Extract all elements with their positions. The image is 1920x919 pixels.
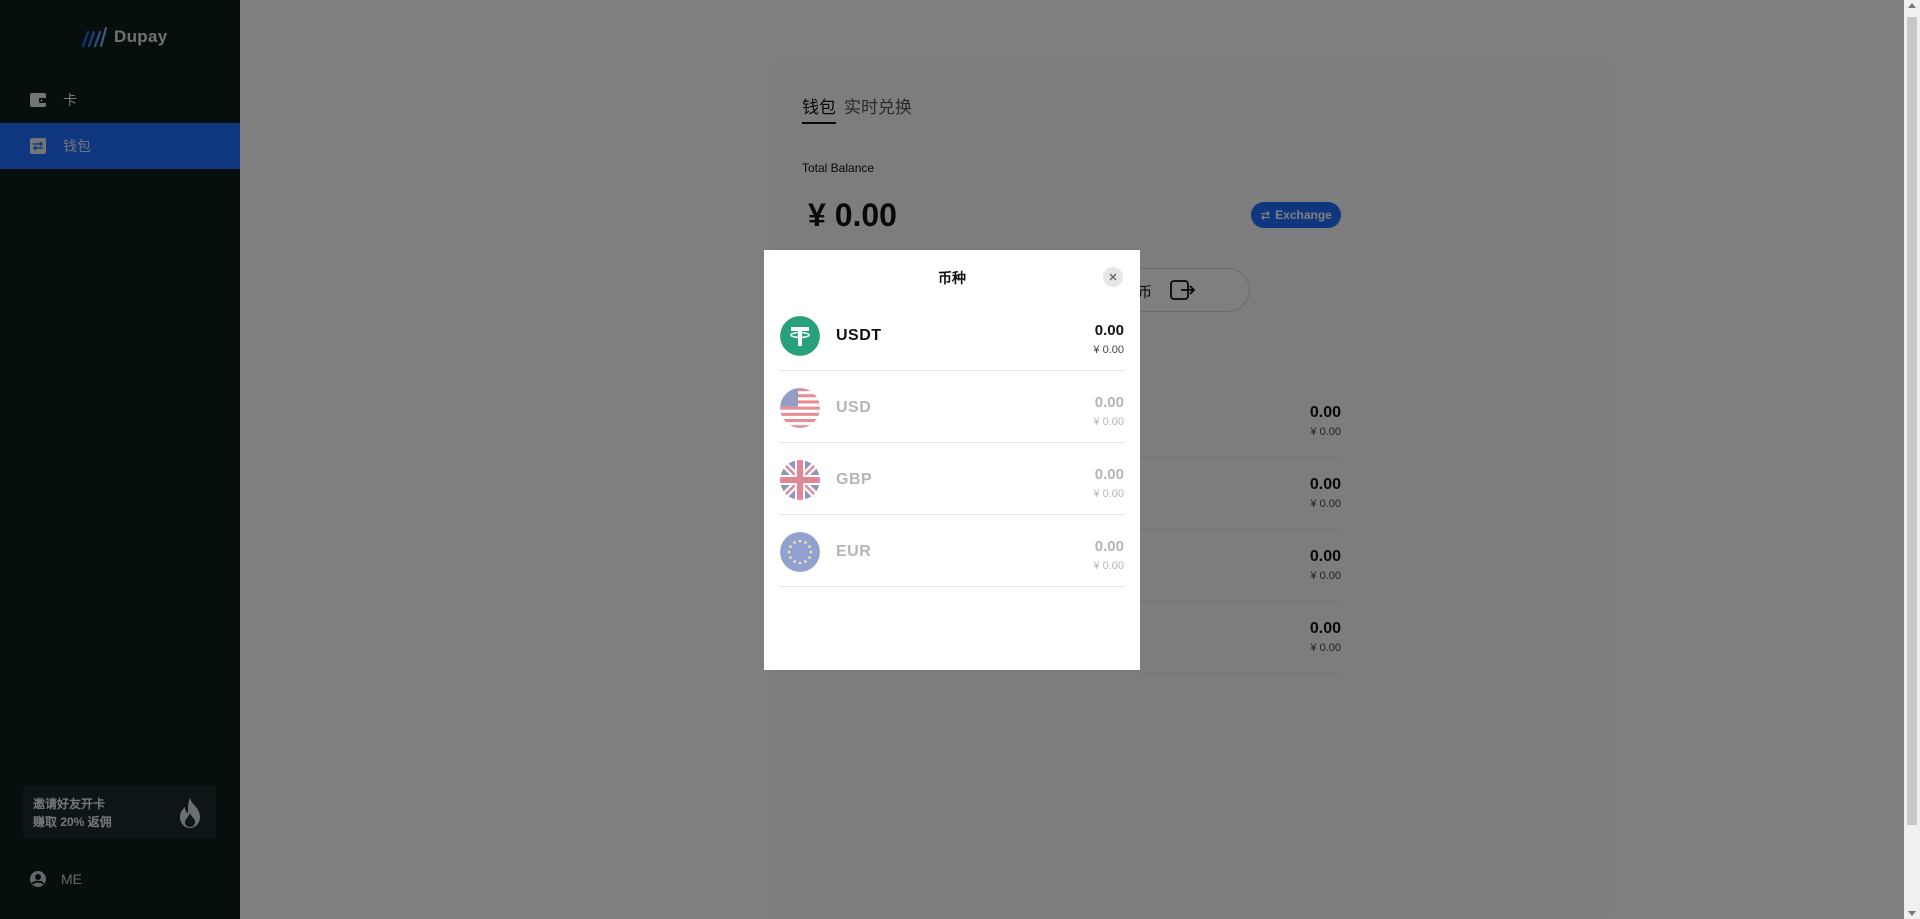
scrollbar-thumb[interactable] <box>1907 17 1917 825</box>
currency-row-usdt[interactable]: USDT 0.00 ¥ 0.00 <box>780 299 1124 371</box>
currency-cny: ¥ 0.00 <box>1093 416 1124 428</box>
tether-icon <box>780 316 820 356</box>
eu-flag-icon <box>780 532 820 572</box>
modal-title: 币种 <box>938 270 966 286</box>
close-button[interactable] <box>1103 267 1123 287</box>
currency-amount: 0.00 <box>1094 538 1124 555</box>
us-flag-icon <box>780 388 820 428</box>
currency-code: EUR <box>836 543 872 560</box>
currency-row-usd[interactable]: USD 0.00 ¥ 0.00 <box>780 371 1124 443</box>
scroll-up-arrow-icon[interactable] <box>1908 3 1916 8</box>
scroll-down-arrow-icon[interactable] <box>1908 911 1916 916</box>
currency-amount: 0.00 <box>1094 394 1124 411</box>
currency-cny: ¥ 0.00 <box>1093 344 1124 356</box>
close-icon <box>1109 273 1117 281</box>
currency-cny: ¥ 0.00 <box>1093 560 1124 572</box>
currency-cny: ¥ 0.00 <box>1093 488 1124 500</box>
currency-modal: 币种 USDT 0.00 ¥ 0.00 USD 0.00 ¥ 0.00 GBP … <box>764 250 1140 670</box>
currency-row-gbp[interactable]: GBP 0.00 ¥ 0.00 <box>780 443 1124 515</box>
uk-flag-icon <box>780 460 820 500</box>
currency-amount: 0.00 <box>1094 322 1124 339</box>
currency-row-eur[interactable]: EUR 0.00 ¥ 0.00 <box>780 515 1124 587</box>
currency-code: USDT <box>836 327 882 344</box>
page-scrollbar[interactable] <box>1904 0 1920 919</box>
currency-amount: 0.00 <box>1094 466 1124 483</box>
currency-code: GBP <box>836 471 873 488</box>
currency-code: USD <box>836 399 872 416</box>
